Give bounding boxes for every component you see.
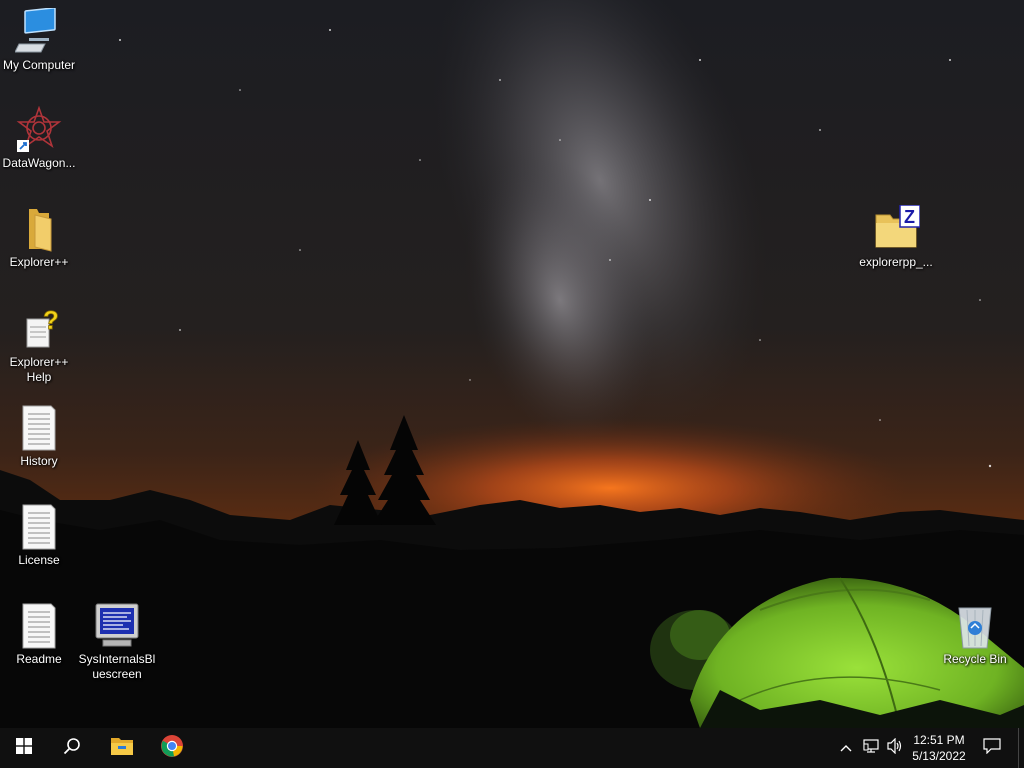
desktop-icon-label: My Computer bbox=[2, 58, 76, 72]
desktop-icon-label: Explorer++ Help bbox=[9, 355, 69, 384]
desktop-icon-history[interactable]: History bbox=[1, 404, 77, 469]
help-file-icon: ? bbox=[15, 305, 63, 353]
desktop-icon-label: License bbox=[18, 553, 60, 567]
desktop-icon-license[interactable]: License bbox=[1, 503, 77, 568]
chevron-up-icon bbox=[840, 739, 852, 757]
search-button[interactable] bbox=[48, 728, 96, 768]
clock-time: 12:51 PM bbox=[913, 733, 965, 747]
desktop-icon-label: explorerpp_... bbox=[859, 255, 933, 269]
desktop-icon-sysinternals-bluescreen[interactable]: SysInternalsBluescreen bbox=[78, 602, 156, 682]
windows-start-icon bbox=[16, 737, 32, 759]
desktop-icon-datawagon[interactable]: DataWagon... bbox=[1, 105, 77, 171]
computer-icon bbox=[14, 7, 63, 56]
datawagon-shortcut-icon bbox=[15, 105, 63, 154]
desktop-icon-label: SysInternalsBluescreen bbox=[78, 652, 156, 681]
screensaver-icon bbox=[93, 602, 141, 650]
desktop-icon-recycle-bin[interactable]: Recycle Bin bbox=[937, 602, 1013, 667]
chrome-icon bbox=[160, 734, 184, 763]
text-file-icon bbox=[15, 404, 63, 452]
show-desktop-button[interactable] bbox=[1018, 728, 1024, 768]
start-button[interactable] bbox=[0, 728, 48, 768]
text-file-icon bbox=[15, 602, 63, 650]
desktop-icon-label: Recycle Bin bbox=[943, 652, 1007, 666]
desktop-icon-explorerpp-help[interactable]: ? Explorer++ Help bbox=[1, 305, 77, 385]
desktop-icon-explorerpp[interactable]: Explorer++ bbox=[1, 205, 77, 270]
text-file-icon bbox=[15, 503, 63, 551]
desktop-icon-explorerpp-zip[interactable]: Z explorerpp_... bbox=[858, 204, 934, 270]
network-icon bbox=[863, 738, 879, 759]
svg-text:?: ? bbox=[43, 305, 59, 335]
zip-folder-icon: Z bbox=[872, 204, 921, 253]
file-explorer-icon bbox=[110, 736, 134, 761]
search-icon bbox=[63, 737, 81, 760]
desktop-icon-label: History bbox=[20, 454, 58, 468]
taskbar-chrome[interactable] bbox=[148, 728, 196, 768]
desktop-icon-label: DataWagon... bbox=[2, 156, 76, 170]
action-center-icon bbox=[983, 737, 1001, 759]
desktop-icon-my-computer[interactable]: My Computer bbox=[1, 7, 77, 73]
show-hidden-icons-button[interactable] bbox=[834, 728, 858, 768]
action-center-button[interactable] bbox=[980, 728, 1004, 768]
taskbar-clock[interactable]: 12:51 PM 5/13/2022 bbox=[902, 730, 976, 766]
network-tray-button[interactable] bbox=[858, 728, 884, 768]
recycle-bin-icon bbox=[951, 602, 999, 650]
desktop-icon-readme[interactable]: Readme bbox=[1, 602, 77, 667]
taskbar: 12:51 PM 5/13/2022 bbox=[0, 728, 1024, 768]
desktop-icon-label: Explorer++ bbox=[9, 255, 69, 269]
svg-text:Z: Z bbox=[904, 207, 915, 227]
clock-date: 5/13/2022 bbox=[912, 749, 966, 763]
desktop-icon-label: Readme bbox=[16, 652, 62, 666]
taskbar-file-explorer[interactable] bbox=[98, 728, 146, 768]
folder-icon bbox=[15, 205, 63, 253]
